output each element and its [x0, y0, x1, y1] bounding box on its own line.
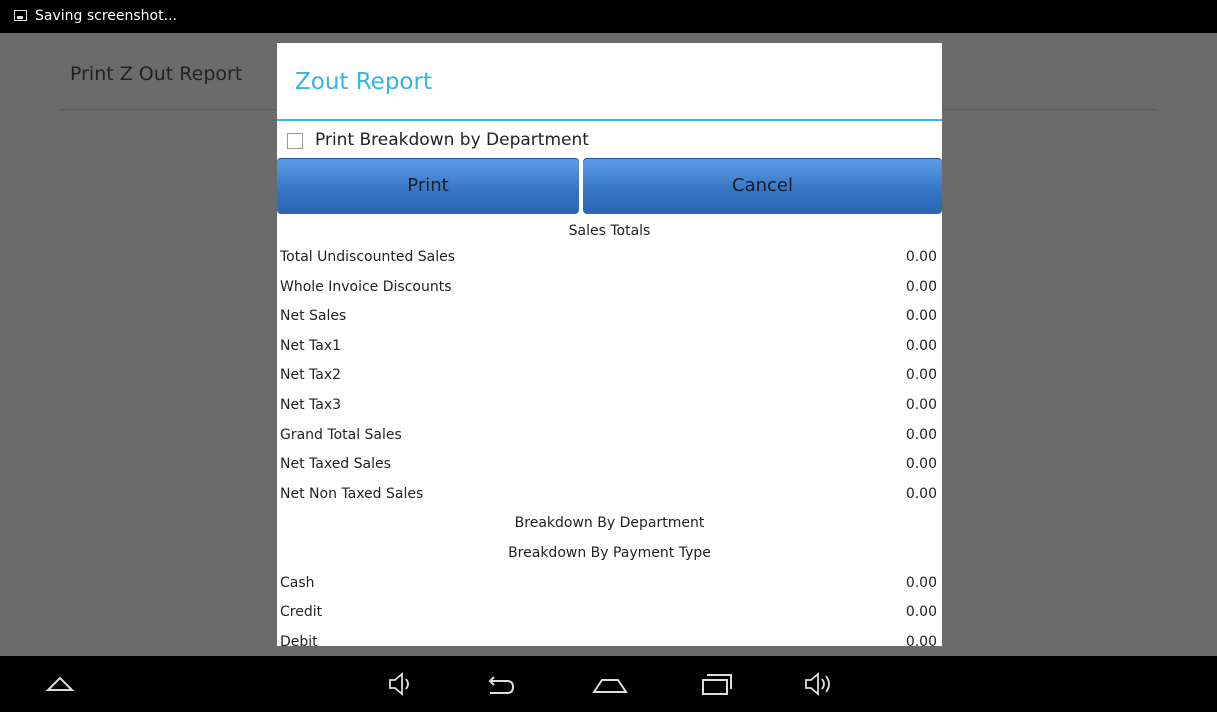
- report-row: Net Tax2 0.00: [277, 361, 942, 391]
- background-title: Print Z Out Report: [70, 63, 243, 85]
- dialog-title-divider: [277, 119, 942, 121]
- row-value: 0.00: [905, 396, 937, 413]
- row-label: Cash: [280, 574, 315, 591]
- breakdown-checkbox-row[interactable]: Print Breakdown by Department: [277, 127, 942, 157]
- row-label: Debit: [280, 633, 318, 646]
- up-caret-icon[interactable]: [40, 666, 80, 702]
- row-value: 0.00: [905, 456, 937, 473]
- breakdown-checkbox-label[interactable]: Print Breakdown by Department: [315, 130, 589, 150]
- row-label: Net Tax2: [280, 367, 342, 384]
- report-row: Credit 0.00: [277, 598, 942, 628]
- row-label: Whole Invoice Discounts: [280, 278, 452, 295]
- row-label: Net Taxed Sales: [280, 456, 391, 473]
- report-row: Total Undiscounted Sales 0.00: [277, 243, 942, 273]
- volume-up-icon[interactable]: [800, 666, 840, 702]
- row-value: 0.00: [905, 337, 937, 354]
- back-icon[interactable]: [480, 666, 520, 702]
- report-row: Net Tax3 0.00: [277, 391, 942, 421]
- cancel-button[interactable]: Cancel: [583, 158, 942, 214]
- sales-totals-header: Sales Totals: [568, 223, 651, 239]
- home-icon[interactable]: [590, 666, 630, 702]
- payment-breakdown-header: Breakdown By Payment Type: [508, 544, 711, 561]
- row-value: 0.00: [905, 308, 937, 325]
- row-value: 0.00: [905, 633, 937, 646]
- row-value: 0.00: [905, 426, 937, 443]
- row-value: 0.00: [905, 249, 937, 265]
- report-row: Net Taxed Sales 0.00: [277, 450, 942, 480]
- department-breakdown-header: Breakdown By Department: [514, 515, 705, 532]
- row-label: Total Undiscounted Sales: [280, 249, 456, 265]
- report-content[interactable]: Sales Totals Total Undiscounted Sales 0.…: [277, 220, 942, 646]
- screenshot-notification-icon: [14, 10, 27, 21]
- status-text: Saving screenshot...: [35, 8, 177, 24]
- row-value: 0.00: [905, 604, 937, 621]
- row-label: Grand Total Sales: [280, 426, 402, 443]
- report-row: Debit 0.00: [277, 628, 942, 646]
- row-label: Net Non Taxed Sales: [280, 485, 424, 502]
- navigation-bar: [0, 656, 1217, 712]
- status-bar: Saving screenshot...: [0, 0, 1217, 33]
- row-label: Net Tax1: [280, 337, 342, 354]
- print-button[interactable]: Print: [277, 158, 579, 214]
- row-value: 0.00: [905, 367, 937, 384]
- row-label: Net Sales: [280, 308, 347, 325]
- report-row: Grand Total Sales 0.00: [277, 421, 942, 451]
- row-value: 0.00: [905, 278, 937, 295]
- report-row: Whole Invoice Discounts 0.00: [277, 273, 942, 303]
- report-row: Net Sales 0.00: [277, 302, 942, 332]
- row-label: Net Tax3: [280, 396, 342, 413]
- breakdown-checkbox[interactable]: [287, 133, 303, 149]
- report-row: Net Non Taxed Sales 0.00: [277, 480, 942, 510]
- recent-apps-icon[interactable]: [696, 666, 736, 702]
- row-value: 0.00: [905, 485, 937, 502]
- volume-down-icon[interactable]: [380, 666, 420, 702]
- dialog-title: Zout Report: [295, 69, 432, 95]
- row-value: 0.00: [905, 574, 937, 591]
- report-row: Net Tax1 0.00: [277, 332, 942, 362]
- report-row: Cash 0.00: [277, 569, 942, 599]
- row-label: Credit: [280, 604, 323, 621]
- zout-report-dialog: Zout Report Print Breakdown by Departmen…: [277, 43, 942, 646]
